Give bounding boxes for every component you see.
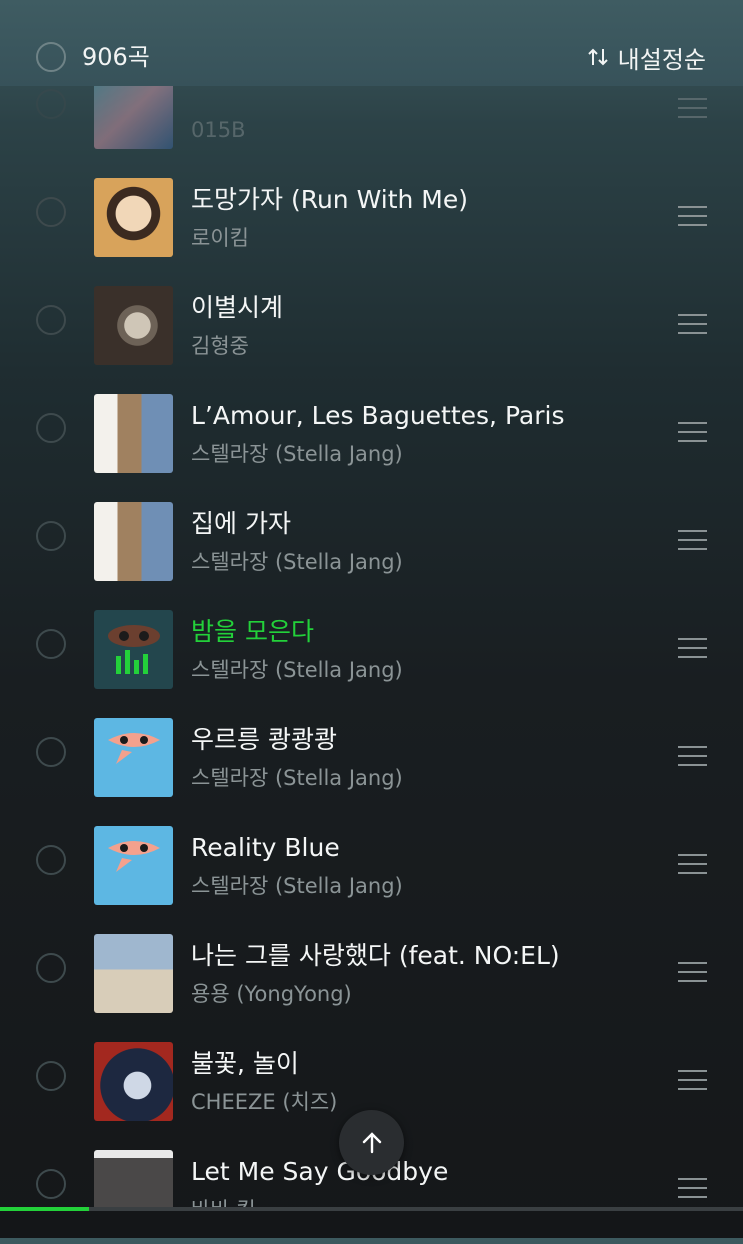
select-checkbox[interactable] (36, 413, 66, 443)
album-cover (94, 934, 173, 1013)
song-title: 불꽃, 놀이 (191, 1049, 299, 1078)
list-item[interactable]: 이별시계 김형중 (0, 272, 743, 380)
sort-label: 내설정순 (617, 45, 706, 74)
drag-handle-icon[interactable] (678, 1178, 707, 1200)
song-artist: 김형중 (191, 334, 249, 358)
list-item[interactable]: Reality Blue 스텔라장 (Stella Jang) (0, 812, 743, 920)
album-cover (94, 826, 173, 905)
select-checkbox[interactable] (36, 1061, 66, 1091)
album-cover (94, 394, 173, 473)
sort-arrows-icon (587, 48, 608, 66)
song-title: 집에 가자 (191, 509, 291, 538)
scroll-to-top-button[interactable] (339, 1110, 404, 1175)
song-title: 이별시계 (191, 293, 284, 322)
drag-handle-icon[interactable] (678, 854, 707, 876)
drag-handle-icon[interactable] (678, 530, 707, 552)
arrow-up-icon (362, 1131, 381, 1153)
song-title: Let Me Say Goodbye (191, 1157, 449, 1186)
song-title: L’Amour, Les Baguettes, Paris (191, 401, 565, 430)
song-artist: 스텔라장 (Stella Jang) (191, 766, 403, 790)
album-cover (94, 610, 173, 689)
song-artist: 스텔라장 (Stella Jang) (191, 658, 403, 682)
song-artist: 015B (191, 118, 246, 142)
playback-progress-fill (0, 1207, 90, 1211)
list-item[interactable]: 밤을 모은다 스텔라장 (Stella Jang) (0, 596, 743, 704)
now-playing-icon (108, 625, 160, 674)
song-title: Reality Blue (191, 833, 340, 862)
list-header: 906곡 내설정순 (0, 0, 743, 86)
select-checkbox[interactable] (36, 953, 66, 983)
album-cover (94, 718, 173, 797)
select-checkbox[interactable] (36, 737, 66, 767)
album-cover (94, 502, 173, 581)
drag-handle-icon[interactable] (678, 422, 707, 444)
drag-handle-icon[interactable] (678, 314, 707, 336)
playback-progress-bar[interactable] (0, 1207, 743, 1211)
select-checkbox[interactable] (36, 629, 66, 659)
song-title: 우르릉 쾅쾅쾅 (191, 725, 337, 754)
song-artist: 스텔라장 (Stella Jang) (191, 874, 403, 898)
drag-handle-icon[interactable] (678, 746, 707, 768)
drag-handle-icon[interactable] (678, 638, 707, 660)
song-title: 도망가자 (Run With Me) (191, 185, 468, 214)
album-cover (94, 1042, 173, 1121)
list-item[interactable]: 우르릉 쾅쾅쾅 스텔라장 (Stella Jang) (0, 704, 743, 812)
drag-handle-icon[interactable] (678, 1070, 707, 1092)
select-checkbox[interactable] (36, 197, 66, 227)
album-cover (94, 286, 173, 365)
album-cover (94, 178, 173, 257)
song-artist: 스텔라장 (Stella Jang) (191, 442, 403, 466)
drag-handle-icon[interactable] (678, 206, 707, 228)
list-item[interactable]: 나는 그를 사랑했다 (feat. NO:EL) 용용 (YongYong) (0, 920, 743, 1028)
song-artist: CHEEZE (치즈) (191, 1090, 338, 1114)
song-artist: 로이킴 (191, 226, 249, 250)
song-artist: 스텔라장 (Stella Jang) (191, 550, 403, 574)
list-item[interactable]: 집에 가자 스텔라장 (Stella Jang) (0, 488, 743, 596)
select-checkbox[interactable] (36, 305, 66, 335)
list-item[interactable]: L’Amour, Les Baguettes, Paris 스텔라장 (Stel… (0, 380, 743, 488)
list-item[interactable]: 도망가자 (Run With Me) 로이킴 (0, 164, 743, 272)
song-title: 밤을 모은다 (191, 617, 314, 646)
drag-handle-icon[interactable] (678, 962, 707, 984)
song-artist: 용용 (YongYong) (191, 982, 352, 1006)
drag-handle-icon[interactable] (678, 98, 707, 120)
select-all-checkbox[interactable] (36, 42, 66, 72)
select-checkbox[interactable] (36, 89, 66, 119)
song-count: 906곡 (82, 43, 150, 71)
sort-button[interactable]: 내설정순 (586, 42, 706, 74)
select-checkbox[interactable] (36, 1169, 66, 1199)
select-checkbox[interactable] (36, 845, 66, 875)
bottom-bar-background (0, 1211, 743, 1238)
song-title: 나는 그를 사랑했다 (feat. NO:EL) (191, 941, 560, 970)
select-checkbox[interactable] (36, 521, 66, 551)
